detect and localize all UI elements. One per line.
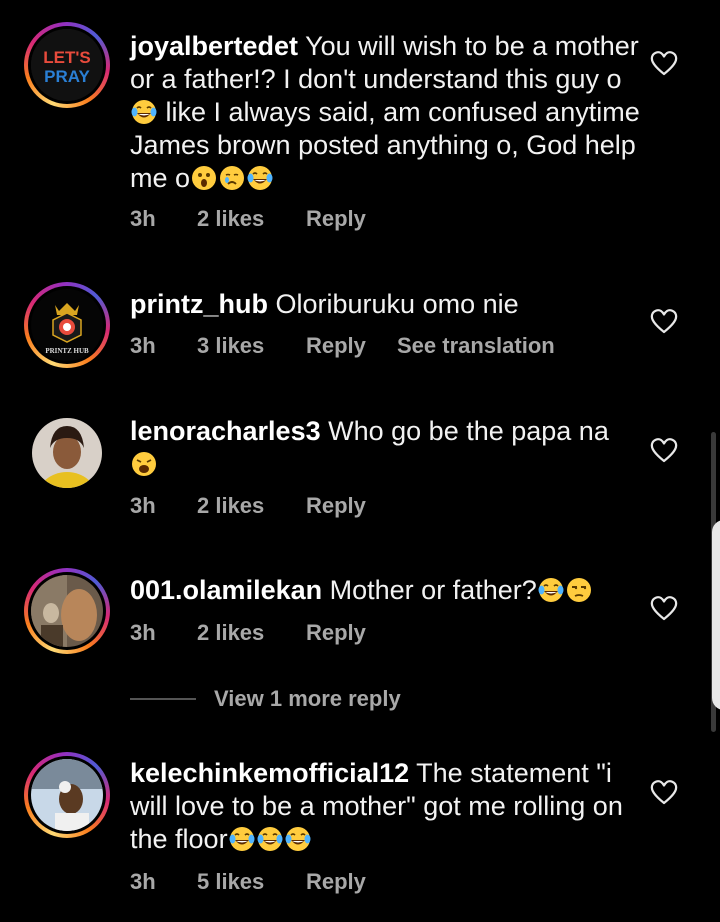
- likes-count[interactable]: 2 likes: [197, 620, 306, 646]
- like-heart-icon[interactable]: [650, 595, 678, 621]
- unamused-emoji-icon: [565, 577, 592, 603]
- reply-button[interactable]: Reply: [306, 869, 366, 895]
- surprised-emoji-icon: [192, 166, 217, 190]
- laughing-tears-emoji-icon: [247, 165, 274, 191]
- view-more-replies-button[interactable]: View 1 more reply: [130, 686, 401, 712]
- crying-emoji-icon: [219, 165, 245, 191]
- comment-text: 001.olamilekan Mother or father?: [130, 574, 640, 607]
- svg-text:PRAY: PRAY: [44, 67, 90, 86]
- laughing-tears-emoji-icon: [284, 826, 311, 852]
- comment-text: lenoracharles3 Who go be the papa na: [130, 415, 640, 481]
- avatar[interactable]: LET'S PRAY: [24, 22, 110, 108]
- comment-meta: 3h 2 likes Reply: [130, 620, 366, 646]
- comment-time: 3h: [130, 869, 156, 894]
- comment-text: joyalbertedet You will wish to be a moth…: [130, 31, 640, 193]
- laughing-tears-emoji-icon: [228, 826, 255, 852]
- username[interactable]: printz_hub: [130, 289, 268, 319]
- reply-button[interactable]: Reply: [306, 620, 366, 646]
- like-heart-icon[interactable]: [650, 437, 678, 463]
- like-heart-icon[interactable]: [650, 779, 678, 805]
- comment-time: 3h: [130, 620, 156, 645]
- comment-meta: 3h 5 likes Reply: [130, 869, 366, 895]
- comment-meta: 3h 2 likes Reply: [130, 206, 366, 232]
- comment-text: printz_hub Oloriburuku omo nie: [130, 289, 519, 319]
- likes-count[interactable]: 2 likes: [197, 493, 306, 519]
- laughing-tears-emoji-icon: [537, 577, 564, 603]
- laughing-tears-emoji-icon: [131, 99, 157, 125]
- lets-pray-logo: LET'S PRAY: [31, 29, 103, 101]
- avatar[interactable]: [32, 418, 102, 488]
- username[interactable]: kelechinkemofficial12: [130, 758, 409, 788]
- comment-meta: 3h 2 likes Reply: [130, 493, 366, 519]
- laughing-tears-emoji-icon: [256, 826, 283, 852]
- divider: [130, 698, 196, 700]
- weary-emoji-icon: [131, 451, 157, 477]
- likes-count[interactable]: 3 likes: [197, 333, 306, 359]
- printz-hub-logo: PRINTZ HUB: [31, 289, 103, 361]
- reply-button[interactable]: Reply: [306, 206, 366, 232]
- reply-button[interactable]: Reply: [306, 493, 366, 519]
- reply-button[interactable]: Reply: [306, 333, 397, 359]
- username[interactable]: joyalbertedet: [130, 31, 298, 61]
- svg-text:PRINTZ HUB: PRINTZ HUB: [45, 347, 89, 355]
- like-heart-icon[interactable]: [650, 308, 678, 334]
- username[interactable]: lenoracharles3: [130, 416, 321, 446]
- avatar[interactable]: [24, 568, 110, 654]
- username[interactable]: 001.olamilekan: [130, 575, 322, 605]
- comment-meta: 3h 3 likes Reply See translation: [130, 333, 555, 359]
- svg-text:LET'S: LET'S: [43, 48, 91, 67]
- see-translation-button[interactable]: See translation: [397, 333, 555, 359]
- likes-count[interactable]: 2 likes: [197, 206, 306, 232]
- avatar[interactable]: [24, 752, 110, 838]
- comment-time: 3h: [130, 333, 156, 358]
- comment-time: 3h: [130, 206, 156, 231]
- avatar[interactable]: PRINTZ HUB: [24, 282, 110, 368]
- likes-count[interactable]: 5 likes: [197, 869, 306, 895]
- edge-panel-handle[interactable]: [712, 520, 720, 710]
- comment-time: 3h: [130, 493, 156, 518]
- comment-text: kelechinkemofficial12 The statement "i w…: [130, 758, 623, 854]
- like-heart-icon[interactable]: [650, 50, 678, 76]
